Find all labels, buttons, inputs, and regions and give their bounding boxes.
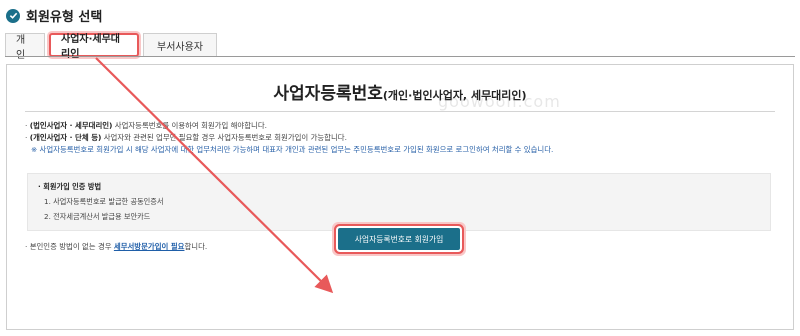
info-line-individual-text: 사업자와 관련된 업무만 필요할 경우 사업자등록번호로 회원가입이 가능합니다… (101, 133, 347, 142)
business-signup-panel: 사업자등록번호(개인·법인사업자, 세무대리인) · (법인사업자 · 세무대리… (6, 64, 794, 330)
tab-business-tax-agent[interactable]: 사업자·세무대리인 (49, 33, 139, 60)
info-line-corporate-text: 사업자등록번호를 이용하여 회원가입 해야합니다. (112, 121, 267, 130)
info-line-individual-label: (개인사업자 · 단체 등) (29, 133, 102, 142)
section-header: 회원유형 선택 (6, 6, 102, 25)
tab-divider (5, 56, 795, 57)
member-type-tabs: 개인 사업자·세무대리인 부서사용자 (5, 33, 221, 61)
no-auth-note: · 본인인증 방법이 없는 경우 세무서방문가입이 필요합니다. (25, 242, 208, 251)
tab-department-user[interactable]: 부서사용자 (143, 33, 217, 57)
title-divider (25, 111, 775, 112)
auth-method-item: 1. 사업자등록번호로 발급한 공동인증서 (44, 197, 164, 206)
tax-office-visit-link[interactable]: 세무서방문가입이 필요 (114, 242, 185, 251)
auth-method-box: · 회원가입 인증 방법 1. 사업자등록번호로 발급한 공동인증서 2. 전자… (27, 173, 771, 231)
check-circle-icon (6, 8, 20, 23)
auth-method-item: 2. 전자세금계산서 발급용 보안카드 (44, 212, 151, 221)
info-line-individual: · (개인사업자 · 단체 등) 사업자와 관련된 업무만 필요할 경우 사업자… (25, 133, 347, 142)
info-line-corporate: · (법인사업자 · 세무대리인) 사업자등록번호를 이용하여 회원가입 해야합… (25, 121, 267, 130)
watermark: goowoon.com (438, 92, 561, 111)
info-text: · (법인사업자 · 세무대리인) 사업자등록번호를 이용하여 회원가입 해야합… (25, 120, 775, 156)
business-signup-button[interactable]: 사업자등록번호로 회원가입 (338, 228, 460, 250)
panel-title: 사업자등록번호(개인·법인사업자, 세무대리인) (7, 79, 793, 104)
page-title: 회원유형 선택 (26, 10, 103, 25)
info-note: ※ 사업자등록번호로 회원가입 시 해당 사업자에 대한 업무처리만 가능하며 … (31, 145, 554, 154)
tab-individual[interactable]: 개인 (5, 33, 45, 61)
auth-method-title: · 회원가입 인증 방법 (38, 182, 102, 191)
info-line-corporate-label: (법인사업자 · 세무대리인) (29, 121, 113, 130)
panel-title-main: 사업자등록번호 (273, 84, 383, 104)
